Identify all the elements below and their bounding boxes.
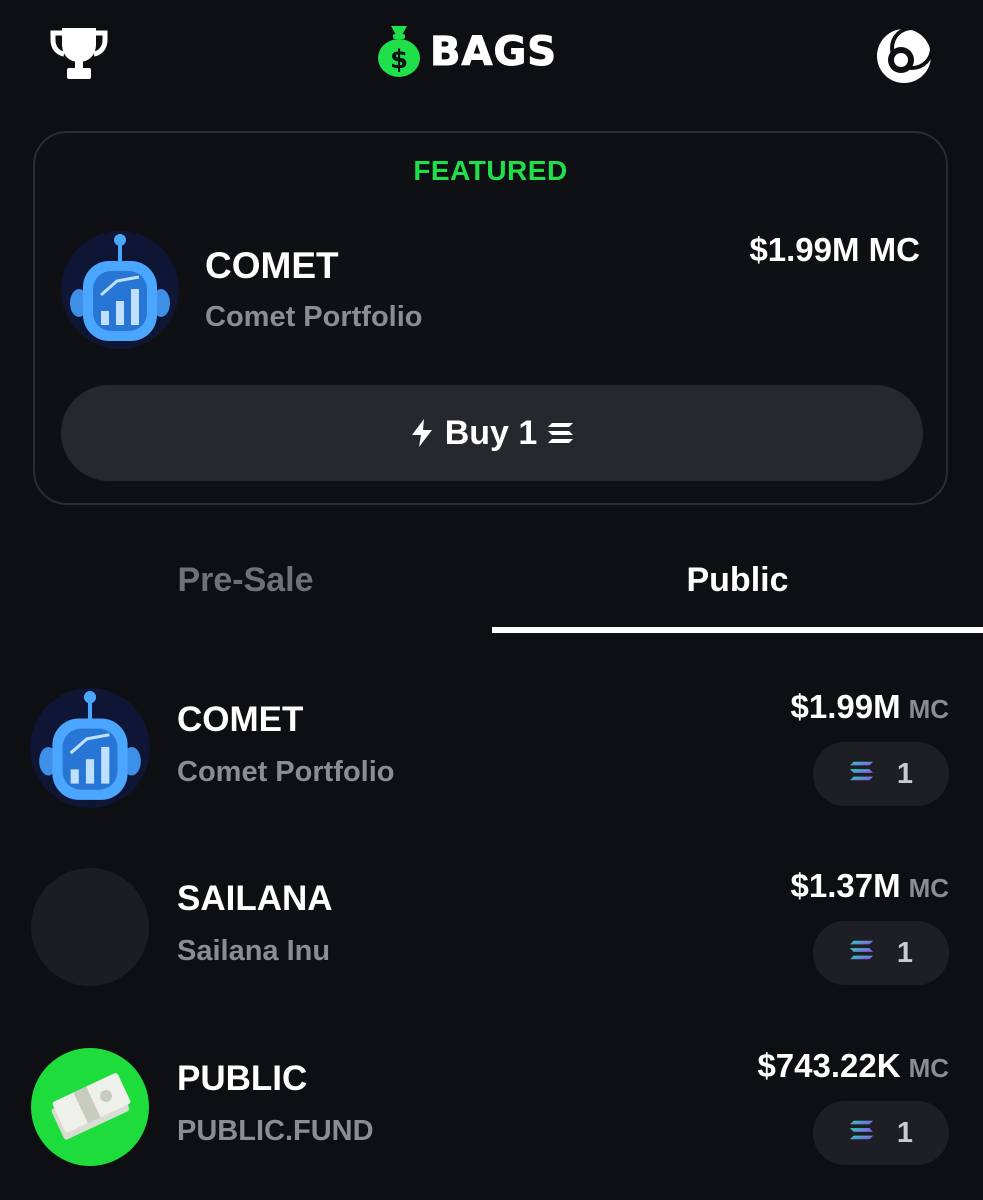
featured-market-cap: $1.99M MC: [749, 231, 920, 268]
token-market-cap: $743.22K MC: [757, 1047, 949, 1085]
solana-icon: [547, 421, 575, 445]
list-item[interactable]: COMET Comet Portfolio $1.99M MC 1: [0, 688, 983, 818]
logo-text: BAGS: [429, 29, 558, 76]
lightning-icon: [409, 418, 435, 448]
trophy-icon[interactable]: [50, 24, 108, 82]
active-tab-indicator: [492, 627, 983, 633]
tab-bar: Pre-Sale Public: [0, 540, 983, 635]
token-ticker: SAILANA: [177, 879, 333, 918]
featured-label: FEATURED: [413, 155, 568, 186]
buy-amount: 1: [896, 1116, 914, 1149]
token-name: Comet Portfolio: [177, 756, 395, 788]
buy-amount-pill[interactable]: 1: [813, 1101, 949, 1165]
buy-label: Buy 1: [444, 413, 538, 452]
app-logo[interactable]: $ BAGS: [376, 22, 557, 82]
list-item[interactable]: PUBLIC PUBLIC.FUND $743.22K MC 1: [0, 1047, 983, 1177]
tab-presale[interactable]: Pre-Sale: [0, 540, 491, 625]
solana-icon: [849, 937, 875, 970]
market-cap-suffix: MC: [908, 694, 949, 724]
market-cap-value: $1.37M: [790, 867, 901, 904]
market-cap-suffix: MC: [908, 873, 949, 903]
token-name: PUBLIC.FUND: [177, 1115, 374, 1147]
market-cap-suffix: MC: [908, 1053, 949, 1083]
market-cap-value: $1.99M: [790, 688, 901, 725]
buy-button[interactable]: Buy 1: [61, 385, 923, 481]
token-name: Sailana Inu: [177, 935, 331, 967]
token-market-cap: $1.99M MC: [790, 688, 949, 726]
token-market-cap: $1.37M MC: [790, 867, 949, 905]
bag-symbol: $: [390, 45, 408, 75]
solana-icon: [849, 758, 875, 791]
featured-ticker: COMET: [205, 245, 339, 286]
token-ticker: PUBLIC: [177, 1059, 308, 1098]
tab-public[interactable]: Public: [492, 540, 983, 625]
buy-amount: 1: [896, 757, 914, 790]
money-bag-icon: $: [376, 22, 422, 83]
comet-robot-icon: [61, 231, 179, 349]
buy-amount: 1: [896, 936, 914, 969]
featured-token-name: Comet Portfolio: [205, 301, 423, 333]
profile-icon[interactable]: [874, 26, 934, 86]
blank-avatar: [30, 867, 150, 987]
list-item[interactable]: SAILANA Sailana Inu $1.37M MC 1: [0, 867, 983, 997]
buy-amount-pill[interactable]: 1: [813, 921, 949, 985]
money-stack-icon: [30, 1047, 150, 1167]
top-bar: $ BAGS: [0, 0, 983, 110]
solana-icon: [849, 1117, 875, 1150]
buy-amount-pill[interactable]: 1: [813, 742, 949, 806]
token-ticker: COMET: [177, 700, 304, 739]
comet-robot-icon: [30, 688, 150, 808]
market-cap-value: $743.22K: [757, 1047, 901, 1084]
featured-card[interactable]: FEATURED COMET Comet Portfolio $1.99M MC…: [33, 131, 948, 505]
